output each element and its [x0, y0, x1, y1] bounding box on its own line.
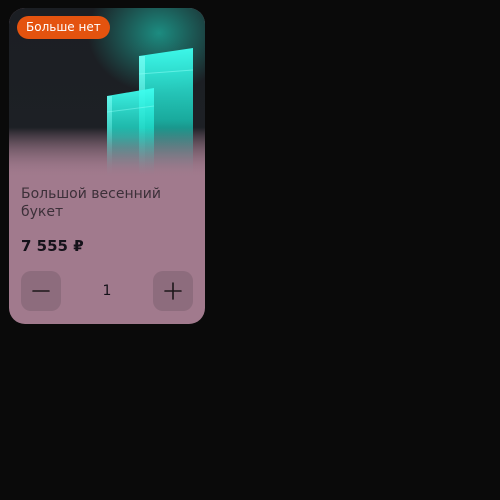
product-card[interactable]: Больше нет Большой весенний букет 7 555 … — [9, 8, 205, 324]
decrease-quantity-button[interactable] — [21, 271, 61, 311]
minus-icon — [32, 290, 50, 292]
increase-quantity-button[interactable] — [153, 271, 193, 311]
image-fade — [9, 128, 205, 178]
plus-icon — [164, 282, 182, 300]
product-price: 7 555 ₽ — [21, 237, 84, 255]
quantity-value: 1 — [102, 283, 112, 299]
out-of-stock-badge: Больше нет — [17, 16, 110, 39]
product-title[interactable]: Большой весенний букет — [21, 185, 196, 221]
